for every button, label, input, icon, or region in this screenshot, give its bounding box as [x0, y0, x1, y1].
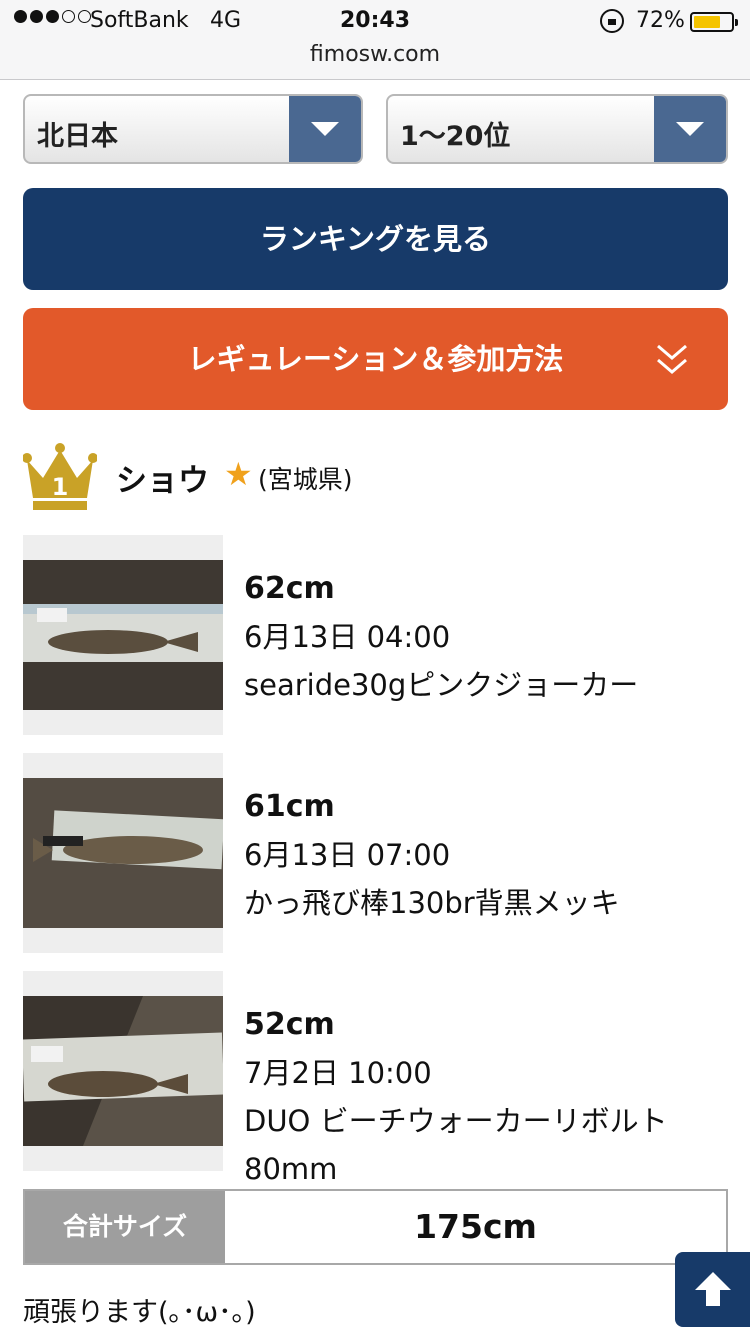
chevron-down-icon [289, 96, 361, 162]
arrow-up-icon [695, 1272, 731, 1306]
catch-photo[interactable] [23, 778, 223, 928]
catch-thumbnail[interactable] [23, 753, 223, 953]
angler-prefecture: (宮城県) [258, 465, 353, 494]
crown-icon: 1 [23, 443, 97, 510]
chevron-down-icon [654, 96, 726, 162]
catch-size: 52cm [244, 1007, 335, 1042]
rotation-lock-icon [600, 9, 624, 33]
regulation-toggle-button[interactable]: レギュレーション＆参加方法 [23, 308, 728, 410]
view-ranking-button[interactable]: ランキングを見る [23, 188, 728, 290]
total-size-value: 175cm [414, 1207, 537, 1246]
catch-datetime: 7月2日 10:00 [244, 1056, 432, 1090]
region-select[interactable]: 北日本 [23, 94, 363, 164]
regulation-button-label: レギュレーション＆参加方法 [187, 342, 564, 376]
angler-name: ショウ [116, 463, 209, 499]
browser-top-bar: SoftBank 4G 20:43 72% fimosw.com [0, 0, 750, 80]
catch-thumbnail[interactable] [23, 535, 223, 735]
catch-entry: 52cm 7月2日 10:00 DUO ビーチウォーカーリボルト 80mm [23, 971, 728, 1186]
double-chevron-down-icon [657, 344, 687, 374]
catch-info: 52cm 7月2日 10:00 DUO ビーチウォーカーリボルト 80mm [244, 1001, 724, 1193]
catch-lure: かっ飛び棒130br背黒メッキ [244, 886, 620, 920]
catch-entry: 62cm 6月13日 04:00 searide30gピンクジョーカー [23, 535, 728, 735]
rank-range-select[interactable]: 1〜20位 [386, 94, 728, 164]
catch-datetime: 6月13日 07:00 [244, 838, 451, 872]
catch-thumbnail[interactable] [23, 971, 223, 1171]
rank-number: 1 [52, 473, 69, 501]
url-bar[interactable]: fimosw.com [0, 42, 750, 67]
catch-lure: DUO ビーチウォーカーリボルト 80mm [244, 1104, 668, 1186]
catch-datetime: 6月13日 04:00 [244, 620, 451, 654]
catch-photo[interactable] [23, 560, 223, 710]
battery-percent: 72% [636, 8, 685, 33]
status-bar: SoftBank 4G 20:43 72% [0, 6, 750, 38]
region-select-value: 北日本 [37, 121, 118, 152]
catch-info: 62cm 6月13日 04:00 searide30gピンクジョーカー [244, 565, 724, 709]
catch-size: 61cm [244, 789, 335, 824]
rank-range-select-value: 1〜20位 [400, 121, 511, 152]
angler-comment: 頑張ります(｡･ω･｡) [23, 1297, 256, 1328]
catch-size: 62cm [244, 571, 335, 606]
total-size-label: 合計サイズ [25, 1191, 225, 1263]
back-to-top-button[interactable] [675, 1252, 750, 1327]
star-icon: ★ [224, 455, 253, 493]
catch-info: 61cm 6月13日 07:00 かっ飛び棒130br背黒メッキ [244, 783, 724, 927]
catch-photo[interactable] [23, 996, 223, 1146]
total-size-row: 合計サイズ 175cm [23, 1189, 728, 1265]
battery-icon [690, 12, 738, 32]
catch-lure: searide30gピンクジョーカー [244, 668, 639, 702]
catch-entry: 61cm 6月13日 07:00 かっ飛び棒130br背黒メッキ [23, 753, 728, 953]
